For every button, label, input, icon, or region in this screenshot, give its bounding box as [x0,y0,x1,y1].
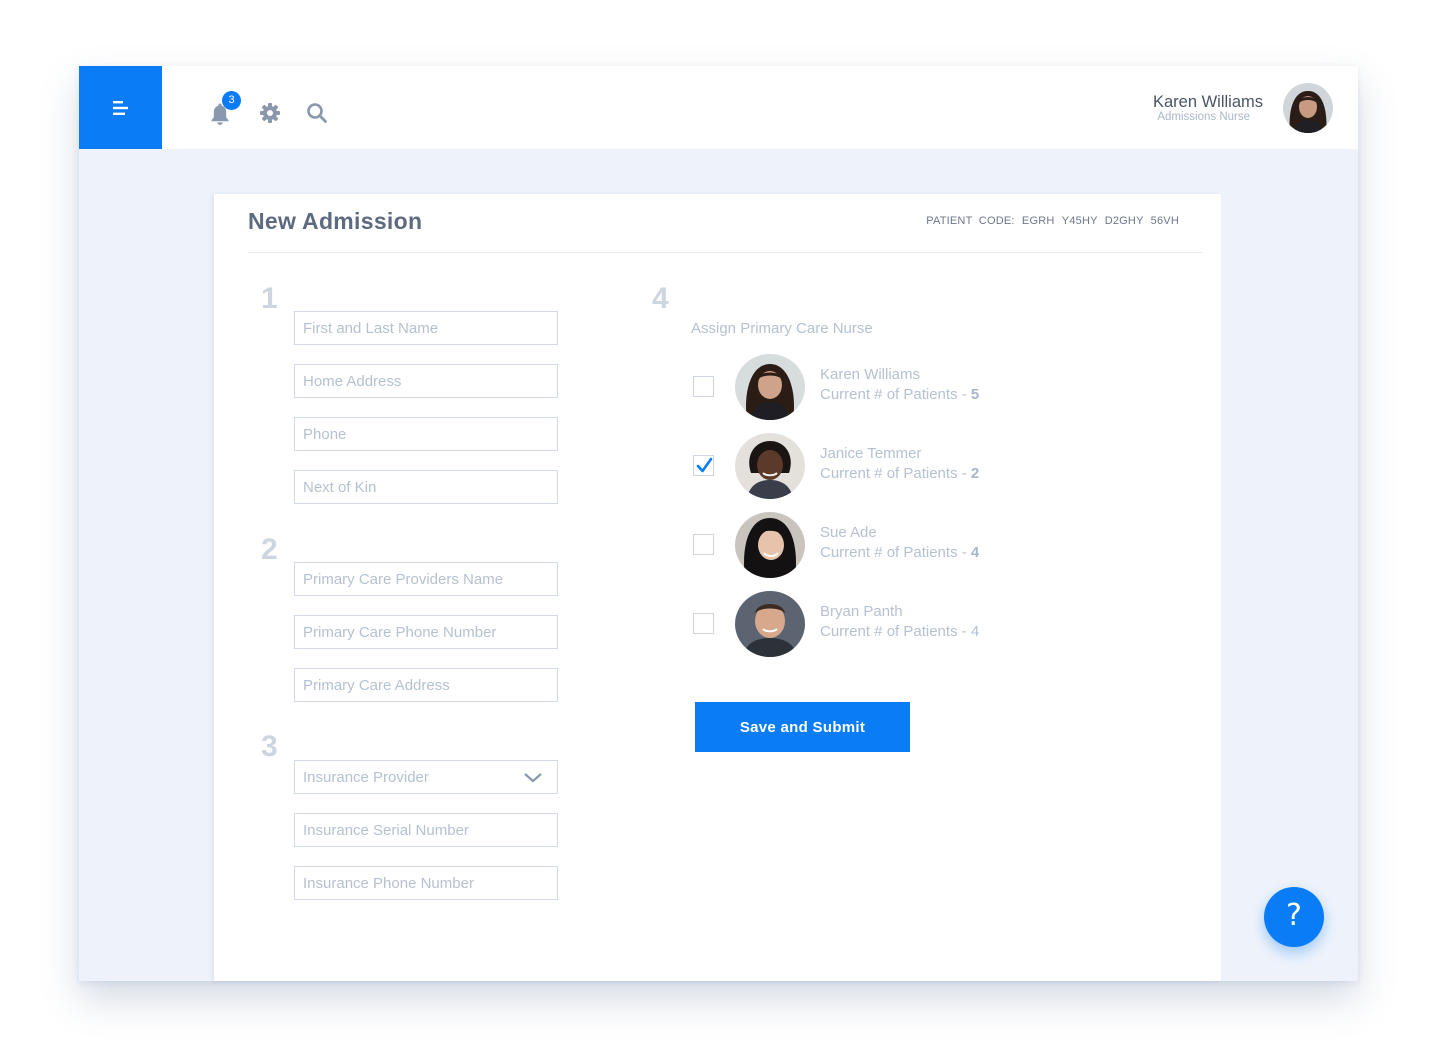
step-number-4: 4 [652,282,669,315]
user-name: Karen Williams [1152,93,1263,111]
assign-nurse-label: Assign Primary Care Nurse [691,320,873,337]
nurse-avatar [735,433,805,499]
patient-code-part: D2GHY [1104,215,1144,227]
chevron-down-icon [524,773,542,783]
nurse-name: Karen Williams [820,366,921,383]
help-button[interactable]: ? [1264,887,1324,947]
step-number-1: 1 [261,282,278,315]
search-button[interactable] [304,100,330,126]
nurse-option[interactable]: Bryan Panth Current # of Patients - 4 [693,591,1113,657]
search-icon [307,103,327,123]
phone-field[interactable] [294,417,558,451]
nurse-name: Janice Temmer [820,445,922,462]
nurse-checkbox[interactable] [693,455,714,476]
nurse-checkbox[interactable] [693,534,714,555]
patient-code-part: 56VH [1150,215,1179,227]
page-title: New Admission [248,208,423,234]
patient-code-part: Y45HY [1061,215,1098,227]
patient-code: PATIENT CODE: EGRH Y45HY D2GHY 56VH [922,215,1179,227]
provider-address-input[interactable] [295,669,557,701]
menu-button[interactable] [79,66,162,149]
nurse-patient-count: Current # of Patients - 5 [820,386,980,403]
insurance-phone-field[interactable] [294,866,558,900]
name-field[interactable] [294,311,558,345]
provider-address-field[interactable] [294,668,558,702]
settings-button[interactable] [257,100,283,126]
next-of-kin-input[interactable] [295,471,557,503]
provider-phone-input[interactable] [295,616,557,648]
admission-form-card: New Admission PATIENT CODE: EGRH Y45HY D… [214,194,1221,981]
header-divider [248,252,1202,253]
nurse-option[interactable]: Karen Williams Current # of Patients - 5 [693,354,1113,420]
insurance-provider-label: Insurance Provider [303,769,429,786]
home-address-field[interactable] [294,364,558,398]
nurse-name: Bryan Panth [820,603,903,620]
user-avatar[interactable] [1283,83,1333,133]
notification-badge: 3 [222,91,241,110]
nurse-avatar [735,354,805,420]
step-number-2: 2 [261,533,278,566]
patient-code-part: EGRH [1021,215,1055,227]
save-and-submit-button[interactable]: Save and Submit [695,702,910,752]
nurse-checkbox[interactable] [693,376,714,397]
next-of-kin-field[interactable] [294,470,558,504]
nurse-avatar [735,591,805,657]
nurse-patient-count: Current # of Patients - 4 [820,623,980,640]
name-input[interactable] [295,312,557,344]
phone-input[interactable] [295,418,557,450]
menu-icon [112,100,128,115]
insurance-provider-select[interactable]: Insurance Provider [294,760,558,794]
gear-icon [260,103,280,123]
step-number-3: 3 [261,730,278,763]
patient-code-label: PATIENT CODE: [926,215,1015,227]
help-icon: ? [1286,898,1302,933]
home-address-input[interactable] [295,365,557,397]
provider-name-input[interactable] [295,563,557,595]
nurse-avatar [735,512,805,578]
provider-name-field[interactable] [294,562,558,596]
nurse-name: Sue Ade [820,524,877,541]
nurse-checkbox[interactable] [693,613,714,634]
nurse-patient-count: Current # of Patients - 4 [820,544,980,561]
nurse-patient-count: Current # of Patients - 2 [820,465,980,482]
check-icon [696,457,713,473]
nurse-option[interactable]: Sue Ade Current # of Patients - 4 [693,512,1113,578]
top-bar: 3 Karen Williams Admissions Nurse [79,66,1358,149]
insurance-serial-input[interactable] [295,814,557,846]
nurse-option[interactable]: Janice Temmer Current # of Patients - 2 [693,433,1113,499]
user-role: Admissions Nurse [1157,111,1250,123]
provider-phone-field[interactable] [294,615,558,649]
insurance-phone-input[interactable] [295,867,557,899]
insurance-serial-field[interactable] [294,813,558,847]
